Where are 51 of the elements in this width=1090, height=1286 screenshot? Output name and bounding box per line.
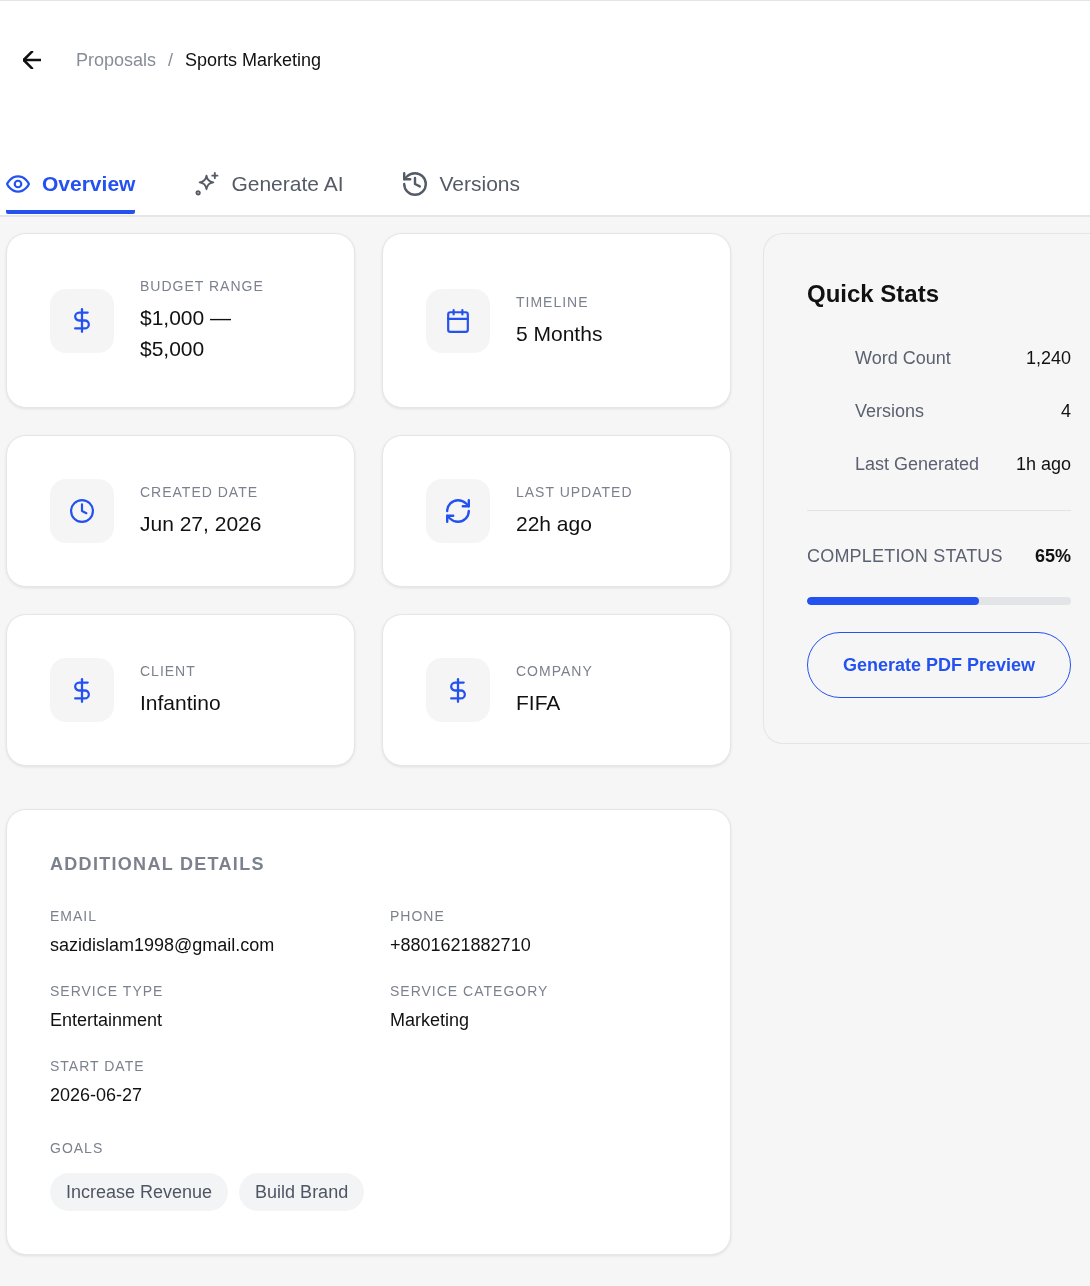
sparkles-icon bbox=[195, 172, 220, 196]
info-value: Infantino bbox=[140, 690, 221, 716]
info-label: CLIENT bbox=[140, 662, 196, 680]
refresh-icon bbox=[426, 479, 490, 543]
breadcrumb-separator: / bbox=[168, 49, 174, 71]
dollar-sign-icon bbox=[50, 658, 114, 722]
field-label: PHONE bbox=[390, 907, 445, 925]
panel-title: Quick Stats bbox=[807, 279, 941, 309]
stat-label: Versions bbox=[855, 400, 925, 423]
dollar-sign-icon bbox=[426, 658, 490, 722]
breadcrumb-link[interactable]: Proposals bbox=[76, 49, 157, 71]
goal-tag: Build Brand bbox=[239, 1173, 365, 1211]
field-value: Entertainment bbox=[50, 1009, 163, 1032]
field-value: sazidislam1998@gmail.com bbox=[50, 934, 275, 957]
info-value: 22h ago bbox=[516, 511, 592, 537]
eye-icon bbox=[6, 175, 30, 193]
section-title: ADDITIONAL DETAILS bbox=[50, 853, 265, 876]
field-label: GOALS bbox=[50, 1139, 104, 1157]
stat-label: Word Count bbox=[855, 347, 951, 370]
field-value: Marketing bbox=[390, 1009, 470, 1032]
field-value: 2026-06-27 bbox=[50, 1084, 143, 1107]
field-label: START DATE bbox=[50, 1057, 145, 1075]
info-label: COMPANY bbox=[516, 662, 593, 680]
stat-value: 1h ago bbox=[1015, 453, 1071, 476]
field-label: SERVICE TYPE bbox=[50, 982, 164, 1000]
calendar-icon bbox=[426, 288, 490, 353]
field-label: EMAIL bbox=[50, 907, 97, 925]
info-label: CREATED DATE bbox=[140, 483, 259, 501]
tab[interactable]: Overview bbox=[6, 169, 136, 214]
breadcrumb-current: Sports Marketing bbox=[185, 49, 322, 71]
dollar-sign-icon bbox=[50, 288, 114, 353]
goal-tag: Increase Revenue bbox=[50, 1173, 229, 1211]
info-value: 5 Months bbox=[516, 320, 603, 347]
info-label: TIMELINE bbox=[516, 292, 589, 311]
field-value: +8801621882710 bbox=[390, 934, 531, 957]
completion-percent: 65% bbox=[1034, 545, 1071, 568]
info-value: Jun 27, 2026 bbox=[140, 511, 262, 537]
stat-value: 4 bbox=[1061, 400, 1071, 423]
info-value: $1,000 — $5,000 bbox=[140, 305, 233, 362]
completion-label: COMPLETION STATUS bbox=[807, 545, 1003, 568]
tab[interactable]: Generate AI bbox=[195, 169, 344, 214]
field-label: SERVICE CATEGORY bbox=[390, 982, 549, 1000]
back-arrow-icon[interactable] bbox=[23, 51, 41, 69]
stat-label: Last Generated bbox=[855, 453, 980, 476]
info-label: BUDGET RANGE bbox=[140, 277, 264, 295]
history-icon bbox=[403, 172, 428, 196]
info-label: LAST UPDATED bbox=[516, 483, 633, 501]
clock-icon bbox=[50, 479, 114, 543]
info-value: FIFA bbox=[516, 690, 561, 716]
tab[interactable]: Versions bbox=[403, 169, 521, 214]
stat-value: 1,240 bbox=[1025, 347, 1071, 370]
